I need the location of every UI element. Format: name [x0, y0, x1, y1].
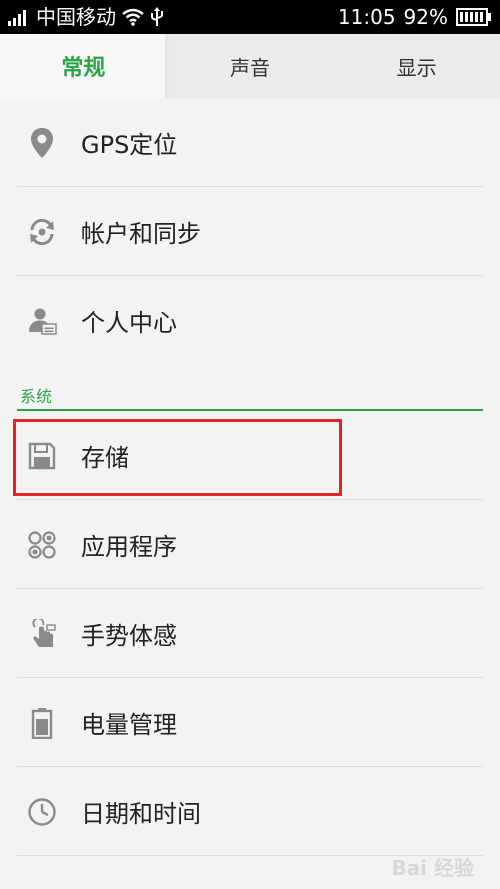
floppy-disk-icon — [27, 441, 57, 471]
sync-icon — [27, 217, 57, 247]
list-item-power-management[interactable]: 电量管理 — [0, 678, 500, 767]
usb-icon — [151, 7, 163, 26]
tab-sound[interactable]: 声音 — [167, 34, 334, 98]
watermark: Bai 经验 — [391, 856, 474, 880]
section-label: 系统 — [20, 387, 53, 406]
tab-display[interactable]: 显示 — [333, 34, 500, 98]
gesture-icon — [27, 618, 57, 649]
list-item-gestures[interactable]: 手势体感 — [0, 589, 500, 678]
list-item-storage[interactable]: 存储 — [0, 411, 500, 500]
battery-icon — [27, 707, 57, 739]
list-item-label: 个人中心 — [81, 309, 177, 337]
settings-list: GPS定位 帐户和同步 个人中心 系统 存储 应用程序 手势体感 电量管理 日期… — [0, 98, 500, 856]
list-item-date-time[interactable]: 日期和时间 — [0, 767, 500, 856]
list-item-label: 电量管理 — [81, 711, 177, 739]
section-header-system: 系统 — [0, 365, 500, 411]
list-item-accounts-sync[interactable]: 帐户和同步 — [0, 187, 500, 276]
personal-center-icon — [27, 306, 57, 336]
list-item-label: 帐户和同步 — [81, 220, 201, 248]
list-item-personal-center[interactable]: 个人中心 — [0, 276, 500, 365]
tab-general[interactable]: 常规 — [0, 34, 169, 98]
location-pin-icon — [27, 127, 57, 158]
battery-status-icon — [456, 8, 491, 26]
wifi-icon — [122, 8, 144, 26]
settings-screen: 中国移动 11:05 92% 常规 声音 显示 GPS定位 帐户和同步 个人中心… — [0, 0, 500, 889]
settings-tabs: 常规 声音 显示 — [0, 34, 500, 98]
list-item-label: 应用程序 — [81, 533, 177, 561]
signal-icon — [8, 10, 26, 26]
list-item-label: GPS定位 — [81, 131, 178, 159]
carrier-name: 中国移动 — [36, 5, 116, 29]
apps-icon — [27, 530, 57, 560]
list-item-label: 日期和时间 — [81, 800, 201, 828]
battery-percent: 92% — [403, 5, 448, 29]
list-item-label: 存储 — [81, 444, 129, 472]
list-item-applications[interactable]: 应用程序 — [0, 500, 500, 589]
list-item-gps[interactable]: GPS定位 — [0, 98, 500, 187]
clock-time: 11:05 — [337, 5, 396, 29]
clock-icon — [27, 797, 57, 827]
list-item-label: 手势体感 — [81, 622, 177, 650]
status-bar: 中国移动 11:05 92% — [0, 0, 500, 34]
